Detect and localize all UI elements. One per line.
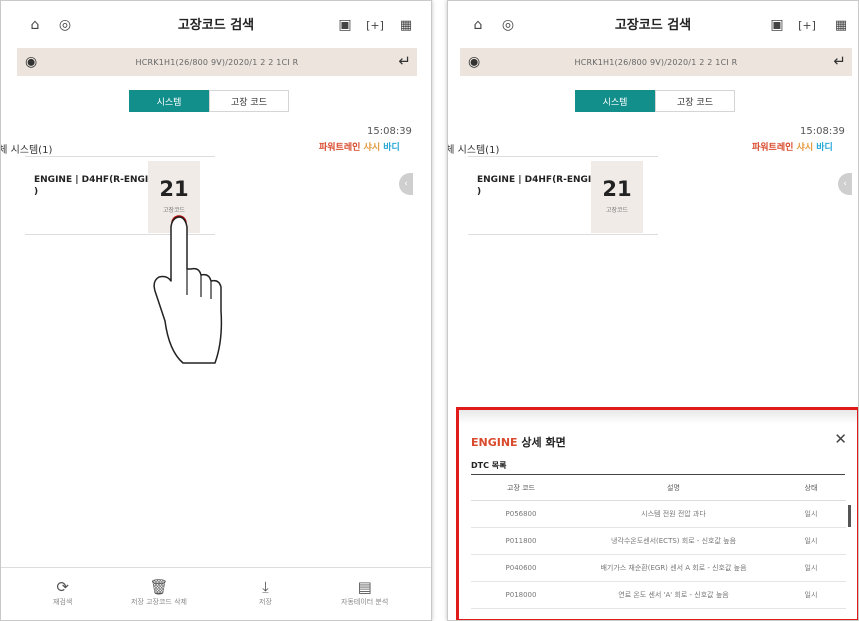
back-arrow-icon[interactable]: ↵ bbox=[833, 52, 846, 70]
dtc-list-label: DTC 목록 bbox=[471, 461, 507, 470]
car-icon: ◉ bbox=[25, 54, 38, 70]
table-header-row: 고장 코드 설명 상태 bbox=[471, 476, 846, 501]
page-title: 고장코드 검색 bbox=[614, 18, 692, 33]
dtc-description: 배기가스 재순환(EGR) 센서 A 회로 - 신호값 높음 bbox=[571, 554, 776, 582]
dtc-description: 냉각수온도센서(ECTS) 회로 - 신호값 높음 bbox=[571, 527, 776, 555]
table-row[interactable]: P040600 배기가스 재순환(EGR) 센서 A 회로 - 신호값 높음 일… bbox=[471, 554, 846, 582]
trash-icon: 🗑 bbox=[149, 578, 169, 596]
focus-icon[interactable]: [+] bbox=[798, 16, 816, 34]
table-row[interactable]: P011800 냉각수온도센서(ECTS) 회로 - 신호값 높음 일시 bbox=[471, 527, 846, 555]
vin-text: HCRK1H1(26/800 9V)/2020/1 2 2 1CI R bbox=[574, 57, 738, 67]
divider bbox=[468, 156, 658, 157]
table-row[interactable]: P018000 연료 온도 센서 'A' 회로 - 신호값 높음 일시 bbox=[471, 581, 846, 609]
car-icon: ◉ bbox=[468, 54, 481, 70]
delete-saved-dtc-button[interactable]: 🗑 저장 고장코드 삭제 bbox=[131, 578, 187, 607]
view-tabs: 시스템 고장 코드 bbox=[575, 90, 735, 112]
divider bbox=[468, 234, 658, 235]
dtc-table: 고장 코드 설명 상태 P056800 시스템 전원 전압 과다 일시 P011… bbox=[471, 476, 846, 609]
dtc-status: 일시 bbox=[776, 554, 846, 582]
system-name[interactable]: ENGINE | D4HF(R-ENGINE ) bbox=[477, 174, 605, 198]
dtc-status: 일시 bbox=[776, 527, 846, 555]
back-arrow-icon[interactable]: ↵ bbox=[398, 52, 411, 70]
dtc-status: 일시 bbox=[776, 500, 846, 528]
scrollbar[interactable] bbox=[848, 505, 851, 527]
system-name[interactable]: ENGINE | D4HF(R-ENGINE ) bbox=[34, 174, 162, 198]
vehicle-info-bar: ◉ HCRK1H1(26/800 9V)/2020/1 2 2 1CI R ↵ bbox=[17, 48, 417, 76]
save-button[interactable]: ⤓ 저장 bbox=[259, 578, 272, 607]
refresh-label: 재검색 bbox=[53, 598, 73, 606]
column-header-description: 설명 bbox=[571, 476, 776, 501]
detail-title-rest: 상세 화면 bbox=[517, 436, 566, 449]
top-bar: ⌂ ◎ 고장코드 검색 ▣ [+] ▦ bbox=[1, 1, 431, 47]
grid-menu-icon[interactable]: ▦ bbox=[832, 16, 850, 34]
delete-label: 저장 고장코드 삭제 bbox=[131, 598, 187, 606]
category-powertrain[interactable]: 파워트레인 bbox=[319, 143, 360, 153]
dtc-description: 연료 온도 센서 'A' 회로 - 신호값 높음 bbox=[571, 581, 776, 609]
tab-dtc[interactable]: 고장 코드 bbox=[655, 90, 735, 112]
tab-system[interactable]: 시스템 bbox=[129, 90, 209, 112]
dtc-count: 21 bbox=[602, 177, 632, 201]
dtc-code: P011800 bbox=[471, 527, 571, 555]
top-bar: ⌂ ◎ 고장코드 검색 ▣ [+] ▦ bbox=[448, 1, 858, 47]
category-chassis[interactable]: 샤시 bbox=[364, 143, 381, 153]
divider bbox=[25, 156, 215, 157]
detail-title-system: ENGINE bbox=[471, 436, 518, 449]
category-legend: 파워트레인 샤시 바디 bbox=[752, 140, 833, 153]
bluetooth-icon[interactable]: ▣ bbox=[336, 16, 354, 34]
divider bbox=[471, 474, 845, 475]
timestamp: 15:08:39 bbox=[367, 126, 412, 137]
scanner-screen-right: ⌂ ◎ 고장코드 검색 ▣ [+] ▦ ◉ HCRK1H1(26/800 9V)… bbox=[447, 0, 859, 621]
category-body[interactable]: 바디 bbox=[816, 143, 833, 153]
tap-hand-icon bbox=[153, 215, 223, 364]
side-expand-tab[interactable]: ‹ bbox=[399, 173, 413, 195]
vin-text: HCRK1H1(26/800 9V)/2020/1 2 2 1CI R bbox=[135, 57, 299, 67]
refresh-icon: ⟳ bbox=[56, 578, 69, 596]
tab-system[interactable]: 시스템 bbox=[575, 90, 655, 112]
tab-dtc[interactable]: 고장 코드 bbox=[209, 90, 289, 112]
report-icon: ▤ bbox=[357, 578, 372, 596]
vehicle-info-bar: ◉ HCRK1H1(26/800 9V)/2020/1 2 2 1CI R ↵ bbox=[460, 48, 852, 76]
report-label: 자동테이터 분석 bbox=[341, 598, 389, 606]
dtc-code: P018000 bbox=[471, 581, 571, 609]
dtc-description: 시스템 전원 전압 과다 bbox=[571, 500, 776, 528]
report-button[interactable]: ▤ 자동테이터 분석 bbox=[341, 578, 388, 607]
view-tabs: 시스템 고장 코드 bbox=[129, 90, 289, 112]
column-header-code: 고장 코드 bbox=[471, 476, 571, 501]
category-body[interactable]: 바디 bbox=[383, 143, 400, 153]
scanner-screen-left: ⌂ ◎ 고장코드 검색 ▣ [+] ▦ ◉ HCRK1H1(26/800 9V)… bbox=[0, 0, 432, 621]
table-row[interactable]: P056800 시스템 전원 전압 과다 일시 bbox=[471, 500, 846, 528]
dtc-count-label: 고장코드 bbox=[605, 207, 629, 214]
panel-shadow bbox=[459, 410, 857, 424]
bottom-toolbar: ⟳ 재검색 🗑 저장 고장코드 삭제 ⤓ 저장 ▤ 자동테이터 분석 bbox=[1, 567, 431, 620]
dtc-count-card[interactable]: 21 고장코드 bbox=[591, 161, 643, 233]
download-icon: ⤓ bbox=[262, 578, 269, 596]
category-powertrain[interactable]: 파워트레인 bbox=[752, 143, 793, 153]
system-count-header: 전체 시스템(1) bbox=[1, 145, 53, 156]
dtc-code: P056800 bbox=[471, 500, 571, 528]
category-legend: 파워트레인 샤시 바디 bbox=[319, 140, 400, 153]
close-icon[interactable]: ✕ bbox=[834, 430, 847, 448]
side-expand-tab[interactable]: ‹ bbox=[838, 173, 852, 195]
dtc-code: P040600 bbox=[471, 554, 571, 582]
dtc-status: 일시 bbox=[776, 581, 846, 609]
detail-title: ENGINE 상세 화면 bbox=[471, 434, 566, 450]
grid-menu-icon[interactable]: ▦ bbox=[397, 16, 415, 34]
engine-detail-panel: ENGINE 상세 화면 ✕ DTC 목록 고장 코드 설명 상태 P05680… bbox=[456, 407, 858, 620]
timestamp: 15:08:39 bbox=[800, 126, 845, 137]
refresh-button[interactable]: ⟳ 재검색 bbox=[53, 578, 72, 607]
dtc-count: 21 bbox=[159, 177, 189, 201]
save-label: 저장 bbox=[259, 598, 272, 606]
bluetooth-icon[interactable]: ▣ bbox=[768, 16, 786, 34]
system-count-header: 전체 시스템(1) bbox=[448, 145, 500, 156]
category-chassis[interactable]: 샤시 bbox=[797, 143, 814, 153]
column-header-status: 상태 bbox=[776, 476, 846, 501]
focus-icon[interactable]: [+] bbox=[366, 16, 384, 34]
